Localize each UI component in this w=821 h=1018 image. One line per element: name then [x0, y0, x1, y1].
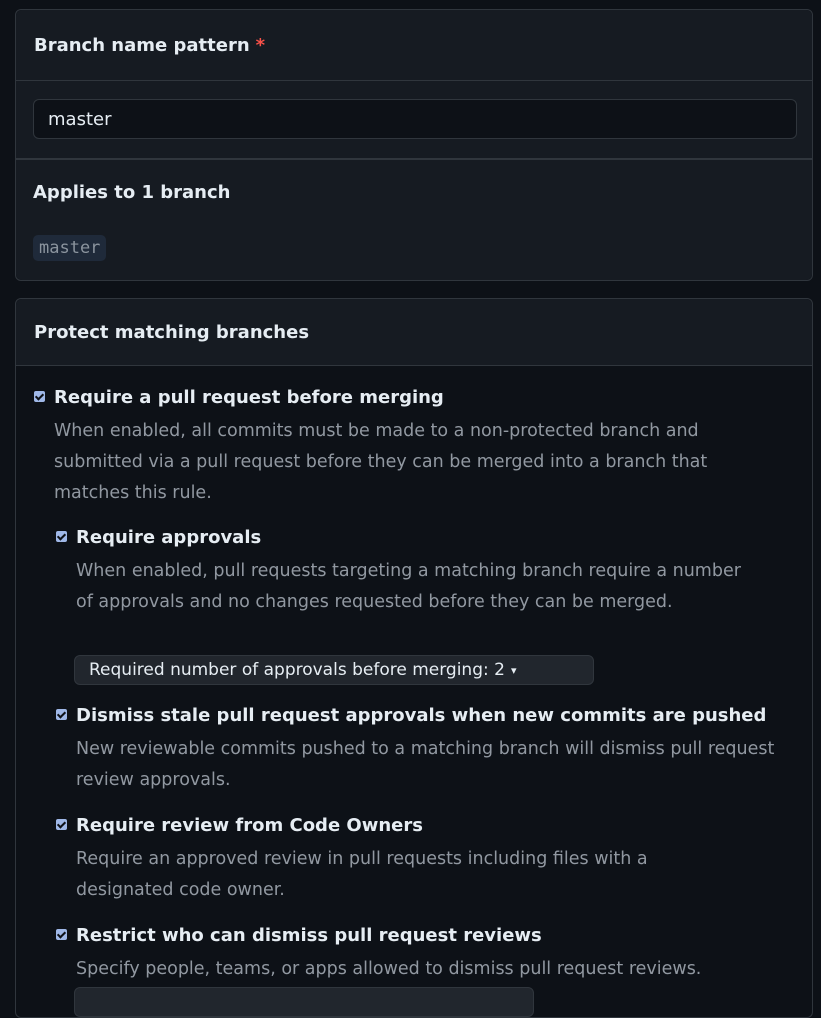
chevron-down-icon: ▾	[510, 663, 517, 677]
require-code-owners-checkbox[interactable]	[56, 819, 67, 830]
branch-pattern-input-area	[16, 81, 812, 159]
branch-pattern-panel: Branch name pattern * Applies to 1 branc…	[15, 9, 813, 281]
option-title[interactable]: Require a pull request before merging	[54, 387, 444, 408]
approvals-count-dropdown[interactable]: Required number of approvals before merg…	[74, 655, 594, 685]
option-description: New reviewable commits pushed to a match…	[76, 739, 775, 790]
dismissal-actors-search[interactable]	[74, 987, 534, 1017]
branch-pattern-header: Branch name pattern *	[16, 10, 812, 81]
approvals-count-label: Required number of approvals before merg…	[89, 660, 505, 680]
option-description: Specify people, teams, or apps allowed t…	[76, 959, 702, 979]
branch-chip-master: master	[33, 235, 107, 261]
protect-branches-title: Protect matching branches	[34, 321, 310, 343]
option-description: Require an approved review in pull reque…	[76, 849, 648, 900]
protect-branches-panel: Protect matching branches Require a pull…	[15, 298, 813, 1018]
require-pull-request-checkbox[interactable]	[34, 391, 45, 402]
required-asterisk: *	[255, 34, 266, 56]
option-description: When enabled, all commits must be made t…	[54, 421, 708, 503]
dismiss-stale-approvals-checkbox[interactable]	[56, 709, 67, 720]
option-title[interactable]: Require approvals	[76, 527, 261, 548]
option-title[interactable]: Require review from Code Owners	[76, 815, 423, 836]
option-description: When enabled, pull requests targeting a …	[76, 561, 741, 612]
branch-pattern-input[interactable]	[33, 99, 797, 139]
restrict-dismissals-checkbox[interactable]	[56, 929, 67, 940]
applies-to-section: Applies to 1 branch master	[16, 159, 812, 280]
option-title[interactable]: Restrict who can dismiss pull request re…	[76, 925, 542, 946]
option-title[interactable]: Dismiss stale pull request approvals whe…	[76, 705, 766, 726]
protect-branches-header: Protect matching branches	[16, 299, 812, 366]
applies-to-title: Applies to 1 branch	[33, 182, 231, 203]
require-approvals-checkbox[interactable]	[56, 531, 67, 542]
branch-pattern-label: Branch name pattern	[34, 34, 250, 56]
